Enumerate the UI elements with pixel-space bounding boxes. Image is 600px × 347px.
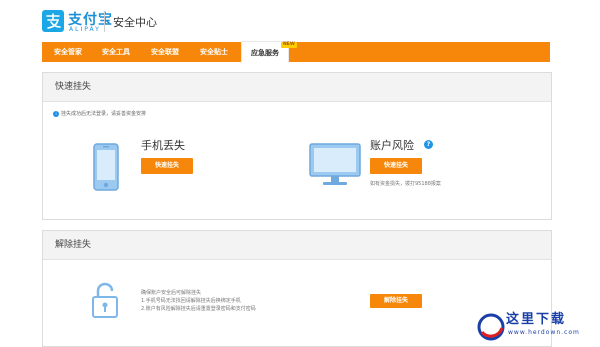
nav-item-security-manager[interactable]: 安全管家 [48, 42, 88, 62]
watermark-logo-icon [477, 313, 505, 341]
section-title: 快速挂失 [43, 73, 551, 102]
account-risk-note: 如有资金损失，拨打95188报案 [370, 181, 441, 187]
account-risk-title: 账户风险 [370, 139, 414, 152]
nav-item-security-tools[interactable]: 安全工具 [96, 42, 136, 62]
account-freeze-button[interactable]: 快速挂失 [370, 158, 422, 174]
watermark-url: www.herdown.com [508, 329, 580, 336]
phone-icon [93, 143, 119, 191]
new-badge: NEW [281, 42, 297, 48]
nav-item-security-alliance[interactable]: 安全联盟 [145, 42, 185, 62]
phone-freeze-button[interactable]: 快速挂失 [141, 158, 193, 174]
unfreeze-line-1: 确保账户安全后可解除挂失 [141, 290, 202, 296]
alipay-logo-icon[interactable] [42, 10, 64, 32]
watermark-text: 这里下载 [506, 312, 567, 327]
unfreeze-button[interactable]: 解除挂失 [370, 294, 422, 308]
site-watermark: 这里下载 www.herdown.com [470, 306, 600, 345]
logo-subtext: ALIPAY [69, 26, 101, 33]
help-icon[interactable]: ? [424, 140, 433, 149]
monitor-icon [309, 143, 361, 185]
info-tip: i 挂失成功后无法登录，请妥善资金安排 [53, 110, 146, 117]
page-title: 安全中心 [113, 16, 157, 29]
phone-lost-title: 手机丢失 [141, 139, 185, 152]
nav-item-security-tips[interactable]: 安全贴士 [194, 42, 234, 62]
tip-text: 挂失成功后无法登录，请妥善资金安排 [61, 111, 147, 117]
quick-freeze-panel: 快速挂失 i 挂失成功后无法登录，请妥善资金安排 手机丢失 快速挂失 账户风险 ?… [42, 72, 552, 220]
unfreeze-line-3: 2.账户有风险解除挂失后请重置登录密码和支付密码 [141, 306, 256, 312]
info-icon: i [53, 110, 59, 117]
section-title: 解除挂失 [43, 231, 551, 260]
unlock-icon [92, 282, 118, 318]
header: 支付宝 ALIPAY 安全中心 [0, 0, 600, 42]
logo-divider [104, 12, 105, 32]
unfreeze-line-2: 1.手机号码无法找回请解除挂失后换绑定手机 [141, 298, 241, 304]
